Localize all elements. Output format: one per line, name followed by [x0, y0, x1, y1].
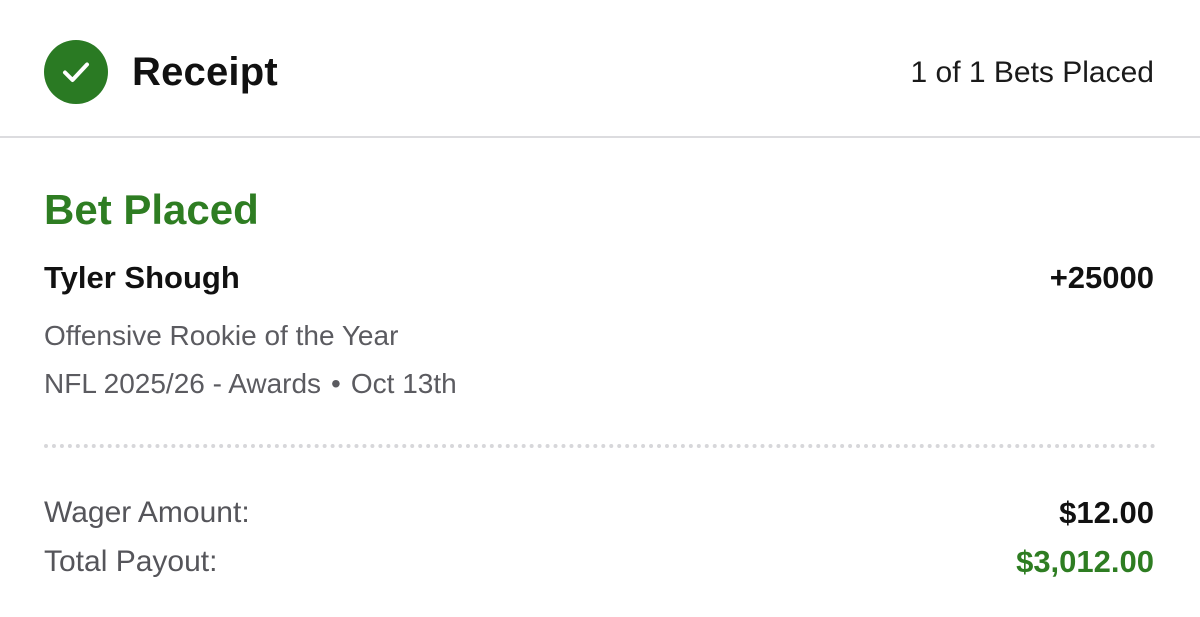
bet-date: Oct 13th	[350, 368, 457, 399]
wager-amount-value: $12.00	[1059, 495, 1154, 530]
bet-event: NFL 2025/26 - Awards	[44, 368, 322, 399]
total-payout-label: Total Payout:	[44, 545, 218, 578]
bet-status: Bet Placed	[44, 186, 259, 233]
check-circle-icon	[44, 40, 108, 104]
page-title: Receipt	[132, 50, 278, 94]
receipt-header: Receipt 1 of 1 Bets Placed	[0, 0, 1200, 138]
dotted-divider	[44, 444, 1156, 448]
total-payout-value: $3,012.00	[1016, 544, 1154, 579]
bet-event-line: NFL 2025/26 - Awards • Oct 13th	[44, 366, 457, 402]
receipt-sheet: Receipt 1 of 1 Bets Placed Bet Placed Ty…	[0, 0, 1200, 617]
bet-market: Offensive Rookie of the Year	[44, 320, 399, 351]
bet-odds: +25000	[1049, 260, 1154, 295]
wager-amount-label: Wager Amount:	[44, 496, 250, 529]
checkmark-icon	[63, 62, 89, 82]
separator-dot: •	[331, 368, 341, 399]
bet-selection: Tyler Shough	[44, 260, 240, 295]
bets-placed-count: 1 of 1 Bets Placed	[910, 56, 1155, 89]
